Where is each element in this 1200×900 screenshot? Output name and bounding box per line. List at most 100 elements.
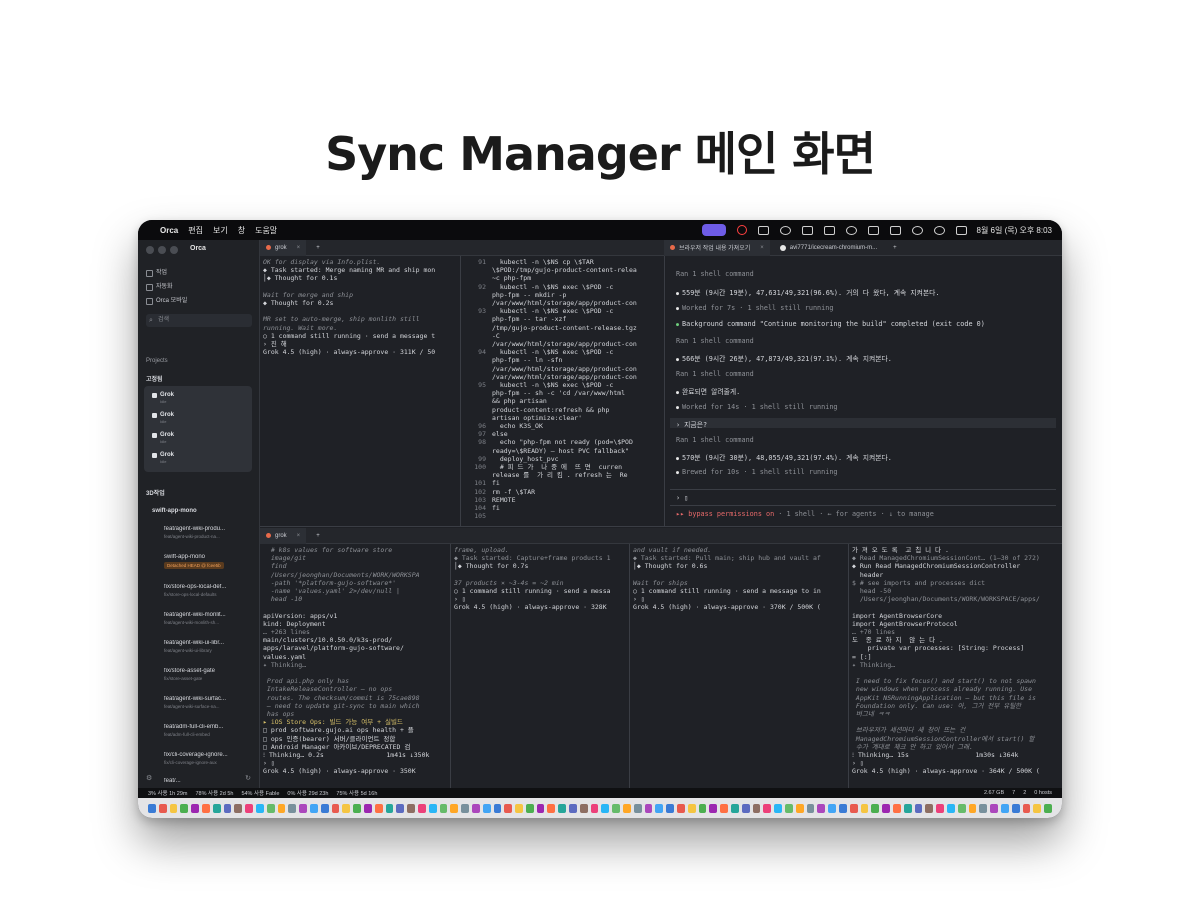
worktree-item[interactable]: feat/agent-wiki-surfac... feat/agent-wiki…: [164, 696, 250, 709]
dock-app-icon[interactable]: [407, 803, 415, 813]
sidebar-item-mobile[interactable]: Orca 모바일: [138, 294, 260, 308]
pinned-item-grok[interactable]: Grok Idle: [151, 452, 174, 464]
dock-app-icon[interactable]: [212, 803, 221, 813]
windows-icon[interactable]: [823, 225, 835, 235]
dock-app-icon[interactable]: [223, 803, 232, 813]
dock-app-icon[interactable]: [515, 803, 523, 813]
dock-app-icon[interactable]: [255, 803, 264, 813]
dock-app-icon[interactable]: [763, 803, 772, 813]
dock-app-icon[interactable]: [148, 803, 156, 813]
pinned-item-grok[interactable]: Grok Idle: [151, 392, 174, 404]
screen-share-icon[interactable]: [701, 224, 726, 236]
sidebar-item-automation[interactable]: 자동화: [138, 280, 260, 294]
control-center-icon[interactable]: [955, 225, 967, 235]
dock-app-icon[interactable]: [828, 803, 836, 813]
dock-app-icon[interactable]: [731, 803, 739, 813]
dock-app-icon[interactable]: [849, 803, 858, 813]
terminal-pane-d[interactable]: frame, upload. ◆ Task started: Capture+fr…: [451, 544, 629, 788]
spotlight-icon[interactable]: [933, 225, 945, 235]
terminal-pane-f[interactable]: 가 져 오 도 록 고 칩 니 다 . ◆ Read ManagedChromiu…: [849, 544, 1062, 788]
new-tab-button[interactable]: +: [887, 240, 903, 256]
zoom-window-icon[interactable]: [170, 246, 178, 254]
dock-app-icon[interactable]: [839, 803, 847, 813]
minimize-window-icon[interactable]: [158, 246, 166, 254]
tab-github[interactable]: avi7771/icecream-chromium-m...: [774, 240, 883, 256]
usage-item[interactable]: 78% 사용 2d 5h: [195, 789, 233, 797]
dock-app-icon[interactable]: [774, 803, 783, 813]
close-icon[interactable]: ×: [297, 245, 301, 251]
dock-app-icon[interactable]: [461, 803, 469, 813]
dock-app-icon[interactable]: [677, 803, 685, 813]
dock-app-icon[interactable]: [569, 803, 577, 813]
dock-app-icon[interactable]: [471, 803, 480, 813]
pinned-item-grok[interactable]: Grok Idle: [151, 432, 174, 444]
binoculars-icon[interactable]: [757, 225, 769, 235]
dock-app-icon[interactable]: [547, 803, 556, 813]
dock-app-icon[interactable]: [482, 803, 491, 813]
dock-app-icon[interactable]: [785, 803, 793, 813]
dock-app-icon[interactable]: [579, 803, 588, 813]
usage-item[interactable]: 3% 사용 1h 29m: [148, 789, 187, 797]
dock-app-icon[interactable]: [169, 803, 178, 813]
dock-app-icon[interactable]: [180, 803, 189, 813]
worktree-item[interactable]: feat/agent-wiki-ui-libr... feat/agent-wik…: [164, 640, 250, 653]
dock-app-icon[interactable]: [1044, 803, 1052, 813]
dock-app-icon[interactable]: [655, 803, 664, 813]
dock-app-icon[interactable]: [590, 803, 599, 813]
dock-app-icon[interactable]: [525, 803, 534, 813]
usage-item[interactable]: 54% 사용 Fable: [241, 789, 279, 797]
dock-app-icon[interactable]: [201, 803, 210, 813]
dock-app-icon[interactable]: [396, 803, 405, 813]
menu-app[interactable]: Orca: [160, 226, 178, 235]
dock-app-icon[interactable]: [1033, 803, 1042, 813]
dock-app-icon[interactable]: [288, 803, 297, 813]
dock-app-icon[interactable]: [158, 803, 167, 813]
dock-app-icon[interactable]: [428, 803, 437, 813]
worktree-item[interactable]: feat/adm-full-cli-emb... feat/adm-full-cl…: [164, 724, 250, 737]
menubar-clock[interactable]: 8월 6일 (목) 오후 8:03: [977, 225, 1053, 236]
clipboard-icon[interactable]: [801, 225, 813, 235]
dock-app-icon[interactable]: [709, 803, 718, 813]
menu-window[interactable]: 창: [238, 225, 245, 236]
dock-app-icon[interactable]: [860, 803, 869, 813]
dock-app-icon[interactable]: [687, 803, 696, 813]
user-icon[interactable]: [845, 225, 857, 235]
dock-app-icon[interactable]: [191, 803, 199, 813]
dock-app-icon[interactable]: [957, 803, 966, 813]
dock-app-icon[interactable]: [871, 803, 880, 813]
terminal-pane-c[interactable]: # k8s values for software store image/gi…: [260, 544, 450, 788]
battery-icon[interactable]: [889, 225, 901, 235]
pinned-item-grok[interactable]: Grok Idle: [151, 412, 174, 424]
dock-app-icon[interactable]: [720, 803, 729, 813]
terminal-pane-a[interactable]: OK for display via Info.plist. ◆ Task sta…: [260, 256, 460, 526]
dock-app-icon[interactable]: [245, 803, 253, 813]
dock-app-icon[interactable]: [882, 803, 890, 813]
dock-app-icon[interactable]: [698, 803, 707, 813]
dock-app-icon[interactable]: [234, 803, 243, 813]
close-icon[interactable]: ×: [297, 533, 301, 539]
dock-app-icon[interactable]: [946, 803, 955, 813]
worktree-item[interactable]: fix/cli-coverage-ignore... fix/cli-covera…: [164, 752, 250, 765]
dock-app-icon[interactable]: [353, 803, 361, 813]
editor-pane-b[interactable]: 91 kubectl -n \$NS cp \$TAR \$POD:/tmp/gu…: [461, 256, 664, 526]
dock-app-icon[interactable]: [536, 803, 545, 813]
tab-grok-top[interactable]: grok ×: [260, 239, 307, 256]
dock-app-icon[interactable]: [936, 803, 944, 813]
usage-item[interactable]: 0% 사용 29d 23h: [287, 789, 328, 797]
settings-icon[interactable]: ⚙: [146, 774, 152, 782]
dock-app-icon[interactable]: [633, 803, 642, 813]
project-group-swift[interactable]: swift-app-mono: [152, 508, 197, 514]
dock-app-icon[interactable]: [493, 803, 502, 813]
dock-app-icon[interactable]: [990, 803, 998, 813]
dock-app-icon[interactable]: [1000, 803, 1009, 813]
dock-app-icon[interactable]: [925, 803, 934, 813]
close-icon[interactable]: ×: [760, 245, 764, 251]
sidebar-item-tasks[interactable]: 작업: [138, 266, 260, 280]
dock-app-icon[interactable]: [558, 803, 567, 813]
menu-edit[interactable]: 편집: [188, 225, 203, 236]
dock-app-icon[interactable]: [439, 803, 448, 813]
dock-app-icon[interactable]: [968, 803, 977, 813]
dock-app-icon[interactable]: [644, 803, 653, 813]
menu-help[interactable]: 도움말: [255, 225, 277, 236]
dock-app-icon[interactable]: [342, 803, 351, 813]
